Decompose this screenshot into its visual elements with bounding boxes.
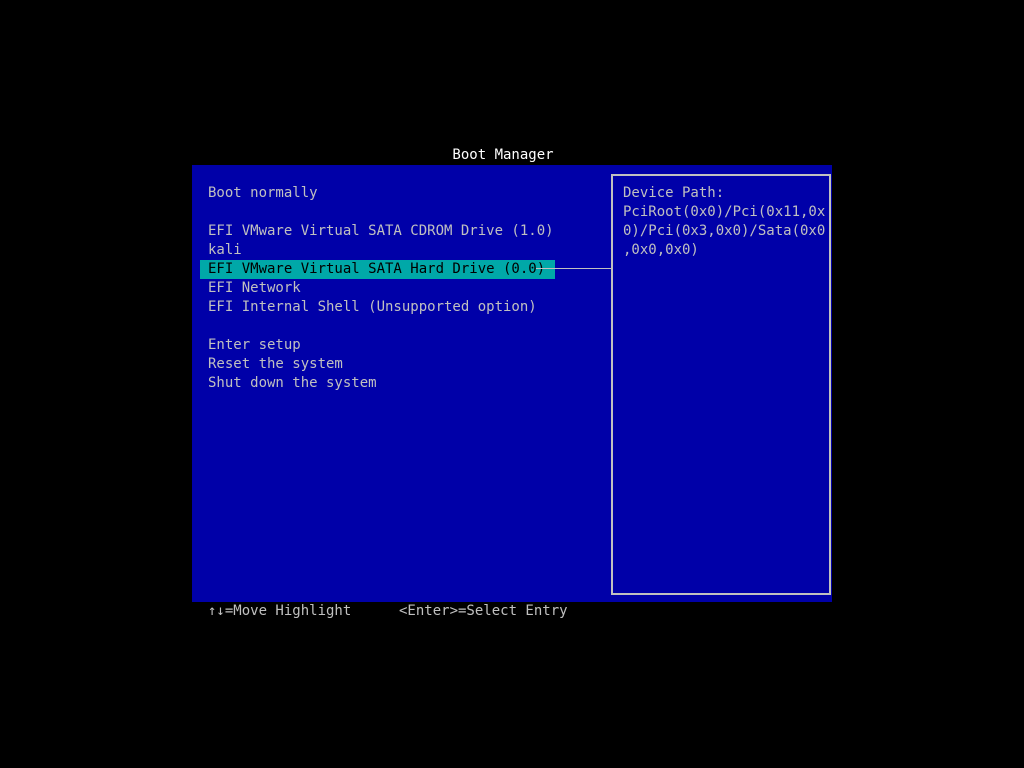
help-move-highlight: ↑↓=Move Highlight bbox=[208, 603, 352, 619]
menu-row: EFI VMware Virtual SATA Hard Drive (0.0) bbox=[200, 260, 610, 279]
boot-menu-item[interactable]: EFI VMware Virtual SATA Hard Drive (0.0) bbox=[200, 260, 556, 279]
menu-separator bbox=[200, 203, 610, 222]
boot-menu-item[interactable]: kali bbox=[200, 241, 610, 260]
menu-row: Shut down the system bbox=[200, 374, 610, 393]
menu-row: EFI VMware Virtual SATA CDROM Drive (1.0… bbox=[200, 222, 610, 241]
menu-row: EFI Internal Shell (Unsupported option) bbox=[200, 298, 610, 317]
device-path-line: 0)/Pci(0x3,0x0)/Sata(0x0 bbox=[623, 223, 826, 239]
menu-row: Boot normally bbox=[200, 184, 610, 203]
device-path-line: ,0x0,0x0) bbox=[623, 242, 699, 258]
menu-row: Reset the system bbox=[200, 355, 610, 374]
menu-separator bbox=[200, 317, 610, 336]
boot-menu-item[interactable]: EFI VMware Virtual SATA CDROM Drive (1.0… bbox=[200, 222, 610, 241]
device-path-text: Device Path: PciRoot(0x0)/Pci(0x11,0x 0)/P… bbox=[623, 184, 826, 260]
page-title: Boot Manager bbox=[452, 147, 554, 163]
boot-menu-item[interactable]: EFI Network bbox=[200, 279, 610, 298]
help-select-entry: <Enter>=Select Entry bbox=[399, 603, 568, 619]
device-path-line: PciRoot(0x0)/Pci(0x11,0x bbox=[623, 204, 826, 220]
boot-menu-item[interactable]: Reset the system bbox=[200, 355, 610, 374]
boot-menu-item[interactable]: Shut down the system bbox=[200, 374, 610, 393]
boot-menu-item[interactable]: Enter setup bbox=[200, 336, 610, 355]
menu-row: EFI Network bbox=[200, 279, 610, 298]
boot-menu: Boot normally EFI VMware Virtual SATA CDR… bbox=[200, 184, 610, 393]
menu-row: kali bbox=[200, 241, 610, 260]
selection-connector-line bbox=[536, 268, 612, 269]
boot-menu-item[interactable]: EFI Internal Shell (Unsupported option) bbox=[200, 298, 610, 317]
device-path-line: Device Path: bbox=[623, 185, 725, 201]
menu-row: Enter setup bbox=[200, 336, 610, 355]
boot-menu-item[interactable]: Boot normally bbox=[200, 184, 610, 203]
